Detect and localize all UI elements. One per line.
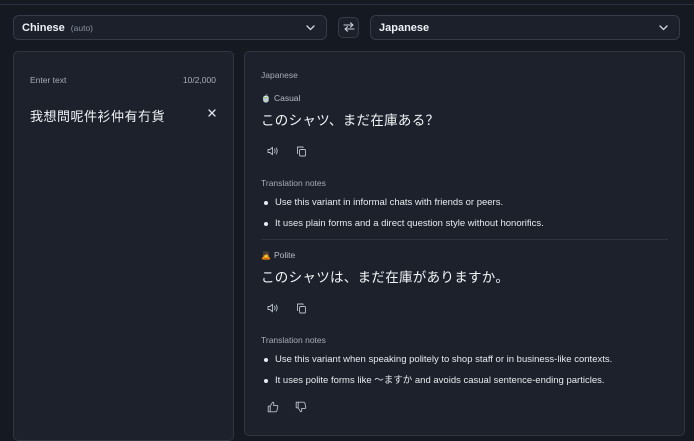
close-icon <box>208 104 216 122</box>
clear-input-button[interactable] <box>207 108 217 118</box>
translation-text: このシャツは、まだ在庫がありますか。 <box>261 270 510 286</box>
target-language-name: Japanese <box>379 21 430 34</box>
source-language-name: Chinese <box>22 21 65 34</box>
translation-variant-polite: 🙇 Polite このシャツは、まだ在庫がありますか。 Translation … <box>261 250 668 395</box>
variant-actions <box>261 145 668 157</box>
note-item: Use this variant in informal chats with … <box>261 197 668 209</box>
target-language-select[interactable]: Japanese <box>370 15 680 40</box>
note-item: It uses plain forms and a direct questio… <box>261 218 668 230</box>
swap-languages-button[interactable] <box>338 17 359 38</box>
variant-tag: 🙇 Polite <box>261 250 668 260</box>
notes-title: Translation notes <box>261 178 326 188</box>
notes-title: Translation notes <box>261 335 326 345</box>
note-item: Use this variant when speaking politely … <box>261 354 668 366</box>
variant-tag: 🍵 Casual <box>261 93 668 103</box>
translation-text: このシャツ、まだ在庫ある？ <box>261 113 440 129</box>
thumbs-down-icon[interactable] <box>295 401 307 413</box>
speaker-icon[interactable] <box>267 302 279 314</box>
input-textarea[interactable]: 我想問呢件衫仲有冇貨 <box>30 106 165 125</box>
feedback-actions <box>267 401 307 413</box>
notes-list: Use this variant when speaking politely … <box>261 354 668 387</box>
note-item: It uses polite forms like 〜ますか and avoid… <box>261 375 668 387</box>
notes-list: Use this variant in informal chats with … <box>261 197 668 230</box>
variant-divider <box>261 239 668 240</box>
variant-actions <box>261 302 668 314</box>
tea-icon: 🍵 <box>261 93 271 103</box>
swap-icon <box>342 19 355 37</box>
input-label: Enter text <box>30 75 67 85</box>
output-language-label: Japanese <box>261 70 298 80</box>
translation-variant-casual: 🍵 Casual このシャツ、まだ在庫ある？ Translation notes… <box>261 93 668 238</box>
input-panel: Enter text 10/2,000 我想問呢件衫仲有冇貨 <box>13 51 234 441</box>
chevron-down-icon <box>306 23 316 33</box>
speaker-icon[interactable] <box>267 145 279 157</box>
bowing-icon: 🙇 <box>261 250 271 260</box>
output-panel: Japanese 🍵 Casual このシャツ、まだ在庫ある？ Translat… <box>244 51 685 436</box>
copy-icon[interactable] <box>295 145 307 157</box>
variant-tag-label: Casual <box>273 93 301 103</box>
top-bar <box>0 0 694 5</box>
copy-icon[interactable] <box>295 302 307 314</box>
variant-tag-label: Polite <box>273 250 296 260</box>
thumbs-up-icon[interactable] <box>267 401 279 413</box>
source-language-detect-hint: (auto) <box>70 22 94 33</box>
character-counter: 10/2,000 <box>182 75 216 85</box>
chevron-down-icon <box>659 23 669 33</box>
source-language-select[interactable]: Chinese (auto) <box>13 15 327 40</box>
